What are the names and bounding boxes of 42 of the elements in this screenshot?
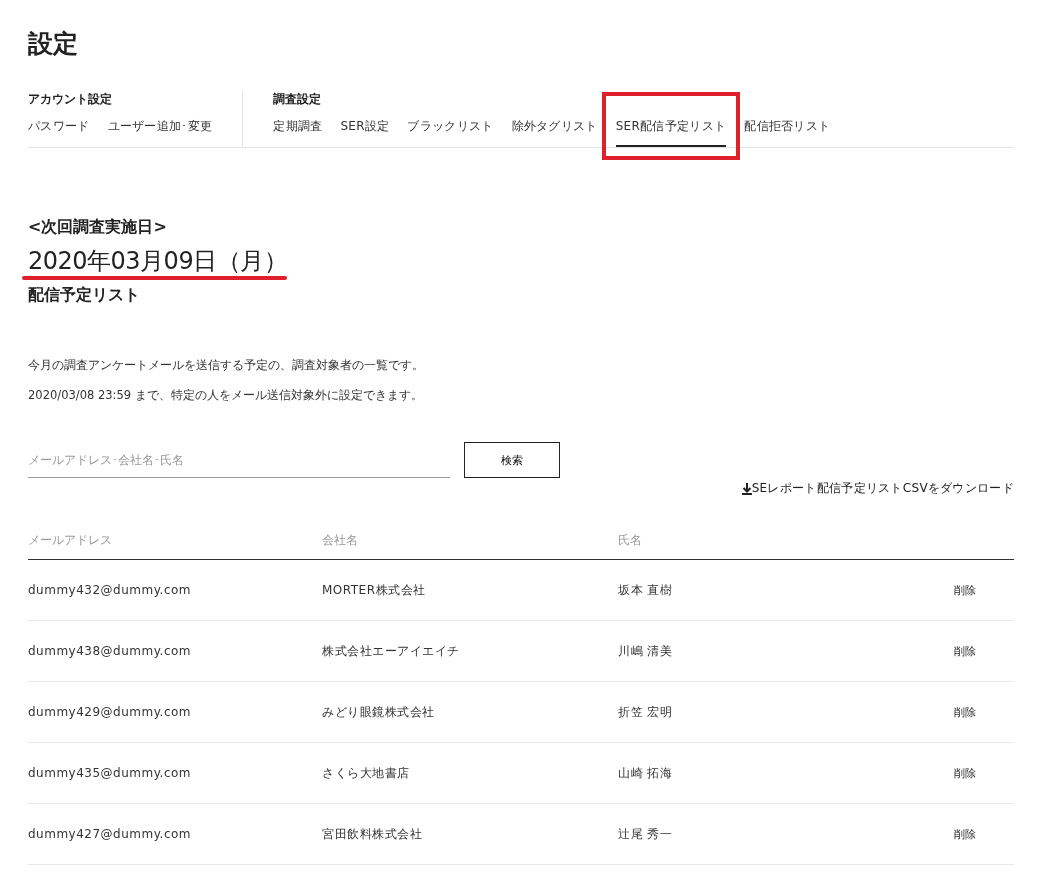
- nav-tab[interactable]: SER配信予定リスト: [615, 118, 727, 147]
- company-cell-text: MORTER株式会社: [322, 581, 427, 599]
- nav-tab[interactable]: ブラックリスト: [407, 118, 494, 147]
- next-survey-label: <次回調査実施日>: [28, 216, 168, 238]
- company-cell-text: さくら大地書店: [322, 764, 411, 782]
- column-header: メールアドレス: [28, 531, 113, 549]
- nav-tab[interactable]: ユーザー追加･変更: [107, 118, 213, 147]
- delete-button[interactable]: 削除: [954, 765, 976, 781]
- nav-group-label: アカウント設定: [28, 92, 113, 106]
- column-header: 会社名: [322, 531, 359, 549]
- name-cell-text: 坂本 直樹: [618, 581, 674, 599]
- delete-button[interactable]: 削除: [954, 643, 976, 659]
- download-icon: [741, 482, 752, 495]
- nav-tab[interactable]: 除外タグリスト: [511, 118, 598, 147]
- email-cell-text: dummy438@dummy.com: [28, 644, 193, 658]
- delete-button[interactable]: 削除: [954, 704, 976, 720]
- description-text: 2020/03/08 23:59 まで、特定の人をメール送信対象外に設定できます。: [28, 387, 424, 404]
- column-header: 氏名: [618, 531, 643, 549]
- company-cell-text: 株式会社エーアイエイチ: [322, 642, 461, 660]
- next-survey-date: 2020年03月09日（月）: [28, 246, 288, 276]
- download-link[interactable]: SEレポート配信予定リストCSVをダウンロード: [741, 480, 1014, 497]
- description-text: 今月の調査アンケートメールを送信する予定の、調査対象者の一覧です。: [28, 357, 425, 374]
- delete-button[interactable]: 削除: [954, 582, 976, 598]
- page-title: 設定: [28, 28, 79, 60]
- name-cell-text: 辻尾 秀一: [618, 825, 674, 843]
- name-cell-text: 川嶋 清美: [618, 642, 674, 660]
- email-cell-text: dummy427@dummy.com: [28, 827, 193, 841]
- section-title: 配信予定リスト: [28, 284, 141, 306]
- search-button[interactable]: 検索: [464, 442, 560, 478]
- delete-button[interactable]: 削除: [954, 826, 976, 842]
- nav-group-label: 調査設定: [273, 92, 323, 106]
- email-cell-text: dummy432@dummy.com: [28, 583, 193, 597]
- company-cell-text: 宮田飲料株式会社: [322, 825, 423, 843]
- nav-tab[interactable]: 定期調査: [273, 118, 323, 147]
- nav-tab[interactable]: 配信拒否リスト: [744, 118, 831, 147]
- name-cell-text: 山崎 拓海: [618, 764, 674, 782]
- company-cell-text: みどり眼鏡株式会社: [322, 703, 436, 721]
- nav-tab[interactable]: SER設定: [340, 118, 390, 147]
- email-cell-text: dummy435@dummy.com: [28, 766, 193, 780]
- nav-tab[interactable]: パスワード: [28, 118, 90, 147]
- name-cell-text: 折笠 宏明: [618, 703, 674, 721]
- email-cell-text: dummy429@dummy.com: [28, 705, 193, 719]
